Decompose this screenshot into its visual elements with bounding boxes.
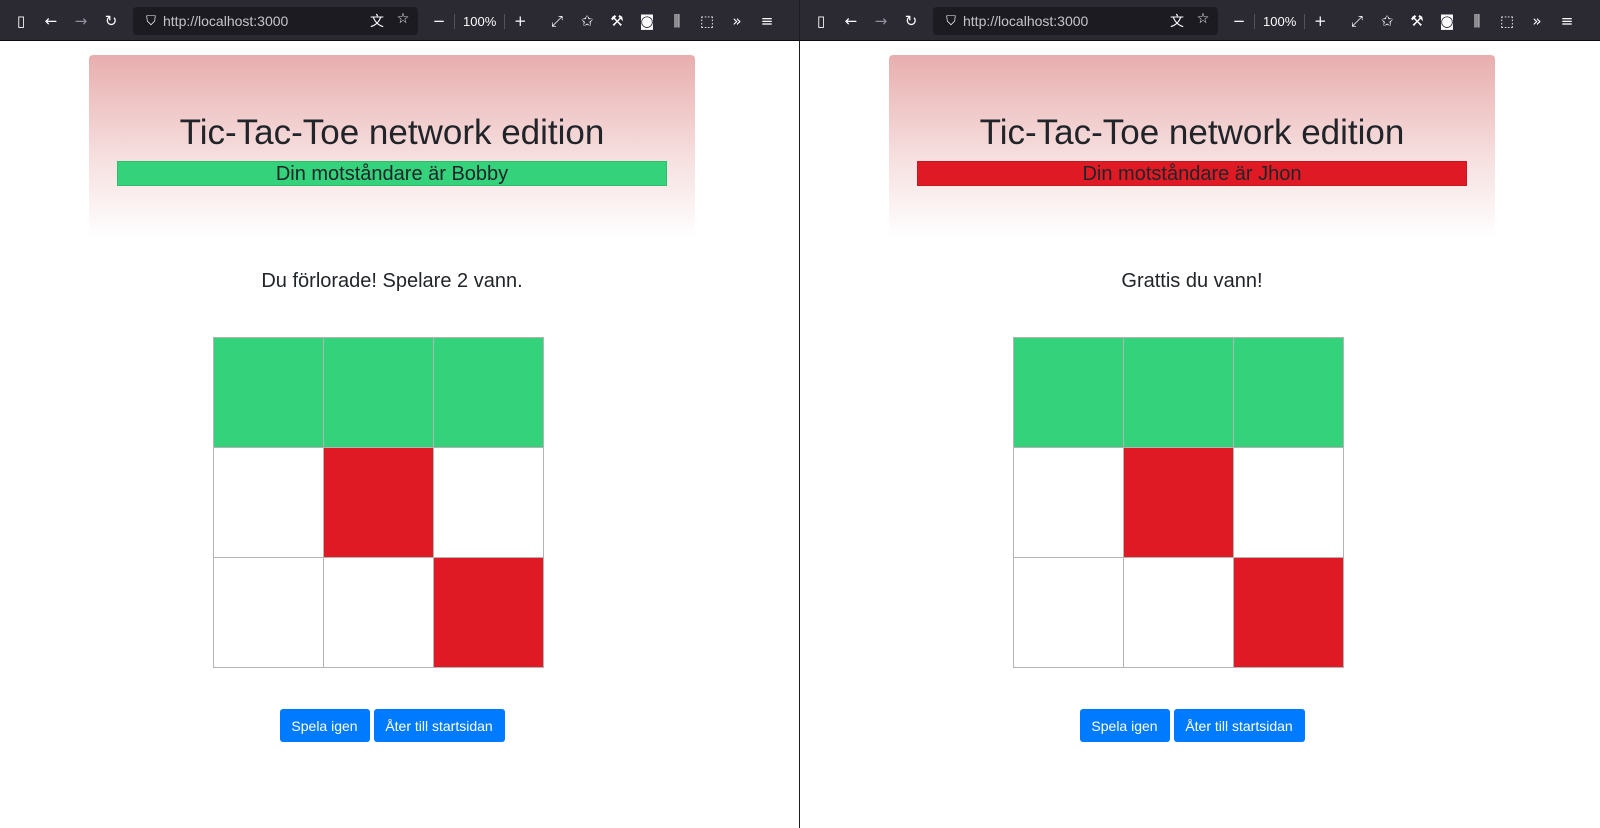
zoom-out-icon[interactable]: − (424, 6, 454, 36)
page-title: Tic-Tac-Toe network edition (979, 113, 1405, 152)
url-text: http://localhost:3000 (963, 13, 1089, 29)
play-again-button[interactable]: Spela igen (279, 709, 370, 742)
action-buttons: Spela igen Åter till startsidan (800, 709, 1584, 742)
browser-toolbar: ▯ ← → ↻ ⛉ http://localhost:3000 文 ☆ − 10… (0, 0, 799, 41)
back-icon[interactable]: ← (36, 6, 66, 36)
reload-icon[interactable]: ↻ (896, 6, 926, 36)
screen: ▯ ← → ↻ ⛉ http://localhost:3000 文 ☆ − 10… (0, 0, 1600, 828)
menu-icon[interactable]: ≡ (752, 6, 782, 36)
board-cell[interactable] (1233, 557, 1344, 668)
board-cell[interactable] (213, 557, 324, 668)
board-cell[interactable] (1233, 337, 1344, 448)
screenshot-icon[interactable]: ◙ (1432, 6, 1462, 36)
page-content: Tic-Tac-Toe network edition Din motstånd… (0, 41, 799, 828)
zoom-level[interactable]: 100% (454, 13, 506, 29)
browser-window-right: ▯ ← → ↻ ⛉ http://localhost:3000 文 ☆ − 10… (800, 0, 1600, 828)
board-cell[interactable] (433, 447, 544, 558)
bookmark-star-icon[interactable]: ☆ (392, 11, 414, 31)
menu-icon[interactable]: ≡ (1552, 6, 1582, 36)
zoom-controls: − 100% + (1224, 7, 1335, 35)
zoom-out-icon[interactable]: − (1224, 6, 1254, 36)
extensions-icon[interactable]: ⬚ (692, 6, 722, 36)
opponent-banner: Din motståndare är Bobby (117, 161, 667, 186)
zoom-in-icon[interactable]: + (1305, 6, 1335, 36)
overflow-icon[interactable]: » (1522, 6, 1552, 36)
back-home-button[interactable]: Åter till startsidan (1173, 709, 1305, 742)
board-cell[interactable] (323, 557, 434, 668)
board-cell[interactable] (323, 447, 434, 558)
board-cell[interactable] (1013, 447, 1124, 558)
board-cell[interactable] (1123, 557, 1234, 668)
back-icon[interactable]: ← (836, 6, 866, 36)
url-bar[interactable]: ⛉ http://localhost:3000 文 ☆ (133, 7, 418, 35)
sidebar-toggle-icon[interactable]: ▯ (6, 6, 36, 36)
play-again-button[interactable]: Spela igen (1079, 709, 1170, 742)
opponent-banner: Din motståndare är Jhon (917, 161, 1467, 186)
back-home-button[interactable]: Åter till startsidan (373, 709, 505, 742)
board-cell[interactable] (1013, 337, 1124, 448)
reload-icon[interactable]: ↻ (96, 6, 126, 36)
board-cell[interactable] (213, 447, 324, 558)
reader-icon[interactable]: ✩ (572, 6, 602, 36)
board-cell[interactable] (213, 337, 324, 448)
browser-window-left: ▯ ← → ↻ ⛉ http://localhost:3000 文 ☆ − 10… (0, 0, 799, 828)
page-content: Tic-Tac-Toe network edition Din motstånd… (800, 41, 1600, 828)
shield-icon: ⛉ (146, 13, 156, 29)
game-status: Du förlorade! Spelare 2 vann. (261, 270, 523, 292)
board-cell[interactable] (323, 337, 434, 448)
board-cell[interactable] (1123, 447, 1234, 558)
fullscreen-icon[interactable]: ⤢ (1342, 6, 1372, 36)
tools-wrench-icon[interactable]: ⚒ (602, 6, 632, 36)
board-cell[interactable] (1123, 337, 1234, 448)
forward-icon[interactable]: → (66, 6, 96, 36)
zoom-level[interactable]: 100% (1254, 13, 1306, 29)
board-cell[interactable] (1233, 447, 1344, 558)
action-buttons: Spela igen Åter till startsidan (0, 709, 784, 742)
url-bar[interactable]: ⛉ http://localhost:3000 文 ☆ (933, 7, 1218, 35)
board-cell[interactable] (433, 337, 544, 448)
reader-icon[interactable]: ✩ (1372, 6, 1402, 36)
library-icon[interactable]: ⫼ (662, 6, 692, 36)
translate-icon[interactable]: 文 (366, 11, 388, 31)
bookmark-star-icon[interactable]: ☆ (1192, 11, 1214, 31)
shield-icon: ⛉ (946, 13, 956, 29)
browser-toolbar: ▯ ← → ↻ ⛉ http://localhost:3000 文 ☆ − 10… (800, 0, 1600, 41)
zoom-in-icon[interactable]: + (505, 6, 535, 36)
fullscreen-icon[interactable]: ⤢ (542, 6, 572, 36)
game-board (213, 337, 544, 668)
extensions-icon[interactable]: ⬚ (1492, 6, 1522, 36)
board-cell[interactable] (433, 557, 544, 668)
game-status: Grattis du vann! (1121, 270, 1263, 292)
url-text: http://localhost:3000 (163, 13, 289, 29)
page-title: Tic-Tac-Toe network edition (179, 113, 605, 152)
sidebar-toggle-icon[interactable]: ▯ (806, 6, 836, 36)
forward-icon[interactable]: → (866, 6, 896, 36)
game-board (1013, 337, 1344, 668)
tools-wrench-icon[interactable]: ⚒ (1402, 6, 1432, 36)
zoom-controls: − 100% + (424, 7, 535, 35)
screenshot-icon[interactable]: ◙ (632, 6, 662, 36)
library-icon[interactable]: ⫼ (1462, 6, 1492, 36)
header-jumbotron: Tic-Tac-Toe network edition Din motstånd… (889, 55, 1495, 237)
board-cell[interactable] (1013, 557, 1124, 668)
header-jumbotron: Tic-Tac-Toe network edition Din motstånd… (89, 55, 695, 237)
overflow-icon[interactable]: » (722, 6, 752, 36)
translate-icon[interactable]: 文 (1166, 11, 1188, 31)
